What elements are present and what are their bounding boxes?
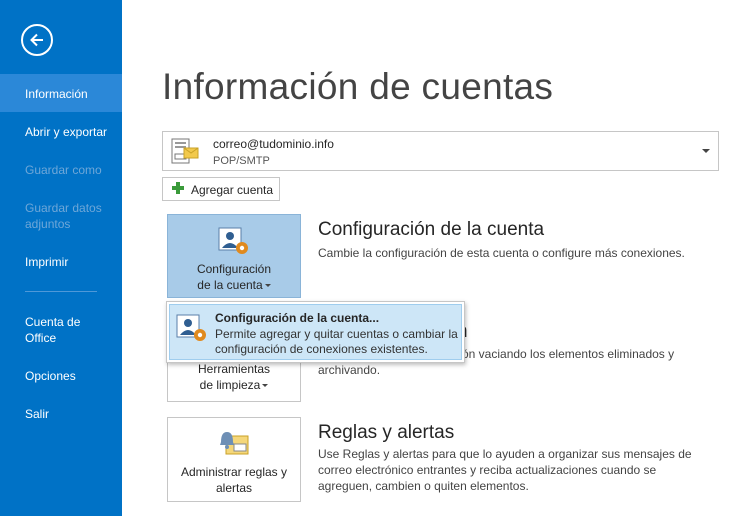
sidebar-item-abrir-exportar[interactable]: Abrir y exportar	[0, 124, 122, 140]
manage-rules-tile[interactable]: Administrar reglas y alertas	[167, 417, 301, 502]
account-type: POP/SMTP	[213, 155, 270, 167]
sidebar-item-opciones[interactable]: Opciones	[0, 368, 122, 384]
menu-item-account-settings[interactable]: Configuración de la cuenta... Permite ag…	[169, 304, 462, 360]
tile-label-line2: de la cuenta	[168, 277, 300, 293]
section-desc-rules: Use Reglas y alertas para que lo ayuden …	[318, 447, 692, 493]
sidebar-item-guardar-como: Guardar como	[25, 163, 102, 177]
sidebar-item-informacion[interactable]: Información	[0, 74, 122, 112]
page-title: Información de cuentas	[162, 66, 554, 107]
section-desc-cleanup-line2: archivando.	[318, 363, 381, 377]
tile-label-line1: Herramientas	[197, 362, 271, 376]
add-account-button[interactable]: Agregar cuenta	[162, 177, 280, 201]
main-content: Información de cuentas correo@tudominio.…	[122, 0, 730, 516]
sidebar-item-cuenta-office[interactable]: Cuenta de Office	[0, 314, 122, 346]
account-settings-tile[interactable]: Configuración de la cuenta	[167, 214, 301, 298]
account-selector[interactable]: correo@tudominio.info POP/SMTP	[162, 131, 719, 171]
sidebar-item-guardar-adjuntos: Guardar datos adjuntos	[25, 201, 102, 231]
tile-label-line2: de limpieza	[168, 377, 300, 393]
sidebar-item-imprimir[interactable]: Imprimir	[0, 254, 122, 270]
menu-item-title: Configuración de la cuenta...	[215, 311, 380, 325]
account-settings-icon	[218, 227, 250, 262]
account-email: correo@tudominio.info	[213, 137, 334, 151]
tile-label-line1: Configuración	[196, 262, 272, 276]
sidebar-item-salir[interactable]: Salir	[0, 406, 122, 422]
tile-label-line1: Administrar reglas y	[180, 465, 288, 479]
chevron-down-icon	[264, 284, 271, 288]
back-arrow-icon[interactable]	[21, 24, 53, 56]
chevron-down-icon	[262, 384, 269, 388]
section-title-account-settings: Configuración de la cuenta	[318, 219, 545, 240]
menu-item-description: Permite agregar y quitar cuentas o cambi…	[215, 327, 458, 356]
rules-alerts-icon	[218, 428, 250, 463]
sidebar-divider	[25, 291, 97, 292]
account-settings-dropdown: Configuración de la cuenta... Permite ag…	[166, 301, 465, 363]
section-title-rules: Reglas y alertas	[318, 422, 455, 443]
section-desc-account-settings: Cambie la configuración de esta cuenta o…	[318, 246, 685, 260]
add-account-label: Agregar cuenta	[191, 183, 274, 197]
chevron-down-icon[interactable]	[702, 149, 710, 153]
tile-label-line2: alertas	[215, 481, 253, 495]
plus-icon	[171, 181, 185, 200]
backstage-sidebar: Información Abrir y exportar Guardar com…	[0, 0, 122, 516]
account-settings-icon	[176, 314, 208, 349]
account-icon	[171, 138, 201, 171]
